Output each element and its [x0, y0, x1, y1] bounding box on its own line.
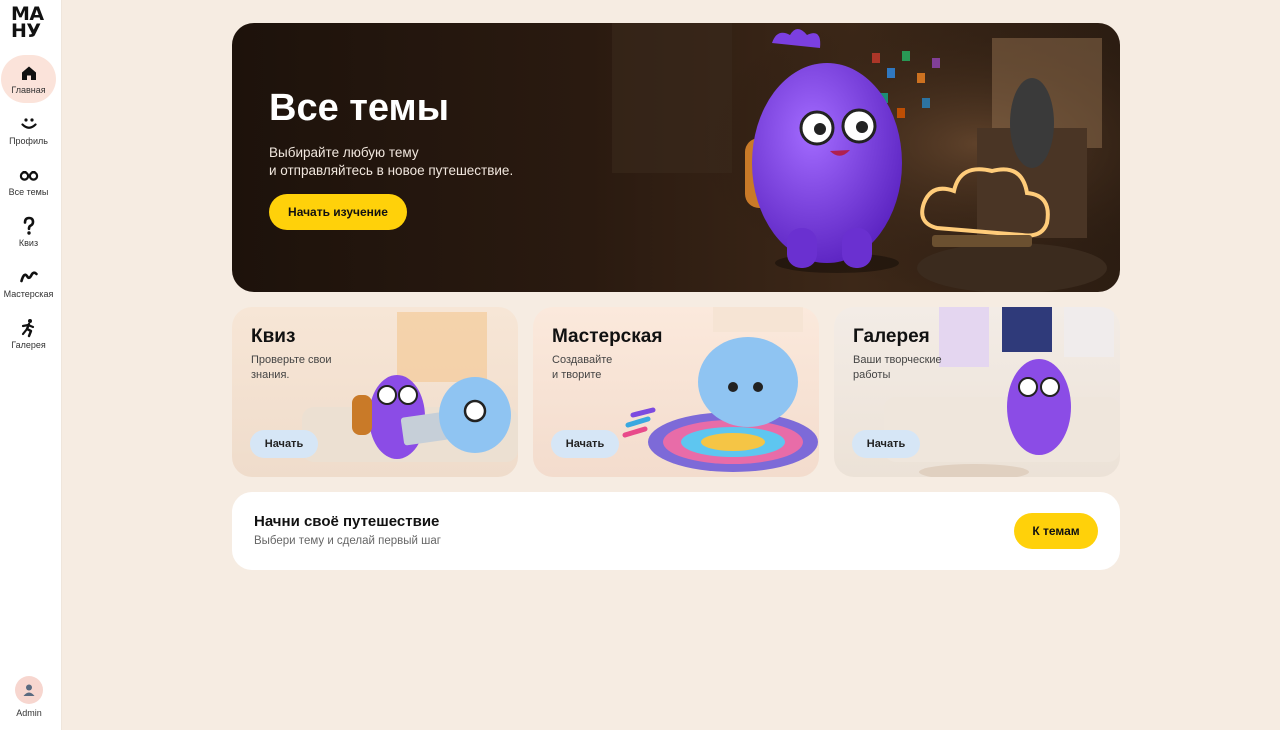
- hero-title: Все темы: [269, 87, 450, 129]
- user-avatar-icon: [15, 676, 43, 704]
- workshop-start-button[interactable]: Начать: [551, 430, 619, 458]
- quiz-start-button[interactable]: Начать: [250, 430, 318, 458]
- card-description: Создавайте и творите: [552, 354, 613, 381]
- sidebar-item-gallery[interactable]: Галерея: [1, 310, 56, 358]
- sidebar-item-label: Профиль: [9, 136, 48, 146]
- hero-banner: Все темы Выбирайте любую тему и отправля…: [232, 23, 1120, 292]
- card-gallery[interactable]: Галерея Ваши творческие работы Начать: [834, 307, 1120, 477]
- sidebar-item-workshop[interactable]: Мастерская: [1, 259, 56, 307]
- card-description: Ваши творческие работы: [853, 354, 942, 381]
- journey-title: Начни своё путешествие: [254, 513, 440, 530]
- smile-icon: [20, 118, 37, 129]
- running-figure-icon: [21, 319, 34, 338]
- home-icon: [21, 66, 36, 80]
- sidebar-item-label: Квиз: [18, 238, 39, 248]
- brand-logo[interactable]: МА НУ: [11, 5, 51, 41]
- card-quiz[interactable]: Квиз Проверьте свои знания. Начать: [232, 307, 518, 477]
- to-topics-button[interactable]: К темам: [1014, 513, 1098, 549]
- sidebar-item-home[interactable]: Главная: [1, 55, 56, 103]
- card-title: Квиз: [251, 326, 296, 347]
- sidebar-item-label: Главная: [11, 85, 46, 95]
- sidebar: МА НУ Главная Профиль Все темы Квиз Маст…: [0, 0, 62, 730]
- sidebar-item-label: Мастерская: [3, 289, 54, 299]
- sidebar-item-profile[interactable]: Профиль: [1, 106, 56, 154]
- gallery-start-button[interactable]: Начать: [852, 430, 920, 458]
- journey-banner: Начни своё путешествие Выбери тему и сде…: [232, 492, 1120, 570]
- question-icon: [23, 216, 34, 235]
- squiggle-icon: [19, 271, 38, 283]
- sidebar-item-all-topics[interactable]: Все темы: [1, 157, 56, 205]
- sidebar-item-label: Галерея: [11, 340, 46, 350]
- journey-subtitle: Выбери тему и сделай первый шаг: [254, 535, 441, 547]
- sidebar-item-label: Все темы: [8, 187, 49, 197]
- card-title: Галерея: [853, 326, 930, 347]
- card-description: Проверьте свои знания.: [251, 354, 332, 381]
- hero-subtitle: Выбирайте любую тему и отправляйтесь в н…: [269, 145, 514, 178]
- binoculars-icon: [19, 171, 38, 181]
- admin-label: Admin: [16, 708, 42, 718]
- card-workshop[interactable]: Мастерская Создавайте и творите Начать: [533, 307, 819, 477]
- card-title: Мастерская: [552, 326, 663, 347]
- admin-profile[interactable]: Admin: [0, 676, 58, 718]
- sidebar-item-quiz[interactable]: Квиз: [1, 208, 56, 256]
- start-learning-button[interactable]: Начать изучение: [269, 194, 407, 230]
